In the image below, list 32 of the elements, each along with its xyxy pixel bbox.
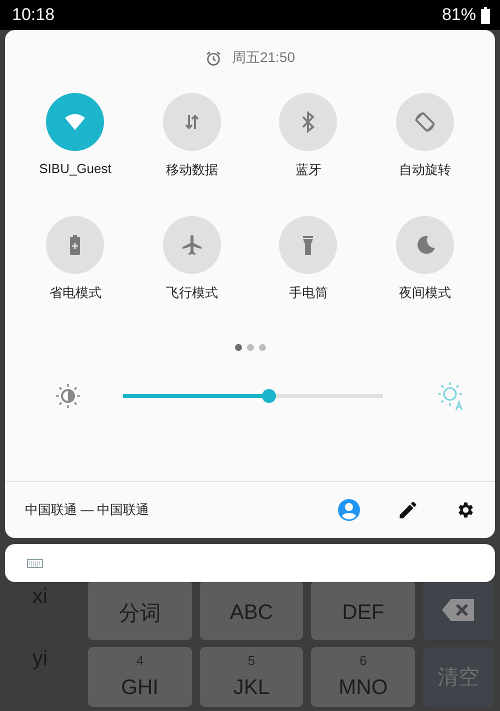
slider-thumb[interactable] bbox=[262, 389, 276, 403]
keypad-key[interactable]: 6 MNO bbox=[311, 647, 415, 707]
tile-label: 自动旋转 bbox=[398, 161, 451, 179]
alarm-clock-icon bbox=[204, 50, 222, 66]
pencil-icon bbox=[397, 499, 419, 521]
user-button[interactable] bbox=[337, 498, 361, 522]
keyboard-icon bbox=[27, 558, 43, 568]
user-icon bbox=[337, 498, 361, 522]
edit-button[interactable] bbox=[397, 499, 419, 521]
alarm-time[interactable]: 周五21:50 bbox=[232, 49, 296, 67]
keypad-key[interactable]: ABC bbox=[200, 580, 304, 640]
battery-percent: 81% bbox=[442, 5, 476, 25]
page-dot[interactable] bbox=[234, 344, 242, 351]
airplane-icon bbox=[180, 233, 204, 257]
tile-label: 蓝牙 bbox=[295, 161, 322, 179]
page-dot[interactable] bbox=[258, 344, 266, 351]
keypad-key[interactable]: DEF bbox=[311, 580, 415, 640]
tile-label: 省电模式 bbox=[49, 284, 102, 302]
brightness-icon bbox=[55, 383, 81, 409]
backspace-key[interactable] bbox=[422, 580, 494, 640]
carrier-name: 中国联通 — 中国联通 bbox=[25, 501, 150, 519]
tile-label: 手电筒 bbox=[288, 284, 328, 302]
battery-icon bbox=[481, 6, 490, 24]
tile-label: 夜间模式 bbox=[398, 284, 451, 302]
backspace-icon bbox=[442, 599, 474, 621]
tile-label: SIBU_Guest bbox=[39, 161, 112, 176]
clock-time: 10:18 bbox=[12, 5, 55, 25]
tile-label: 移动数据 bbox=[166, 161, 218, 179]
keypad-key[interactable]: 分词 bbox=[88, 580, 192, 640]
page-dot[interactable] bbox=[246, 344, 254, 351]
rotate-icon bbox=[412, 110, 437, 134]
tile-label: 飞行模式 bbox=[166, 284, 218, 302]
